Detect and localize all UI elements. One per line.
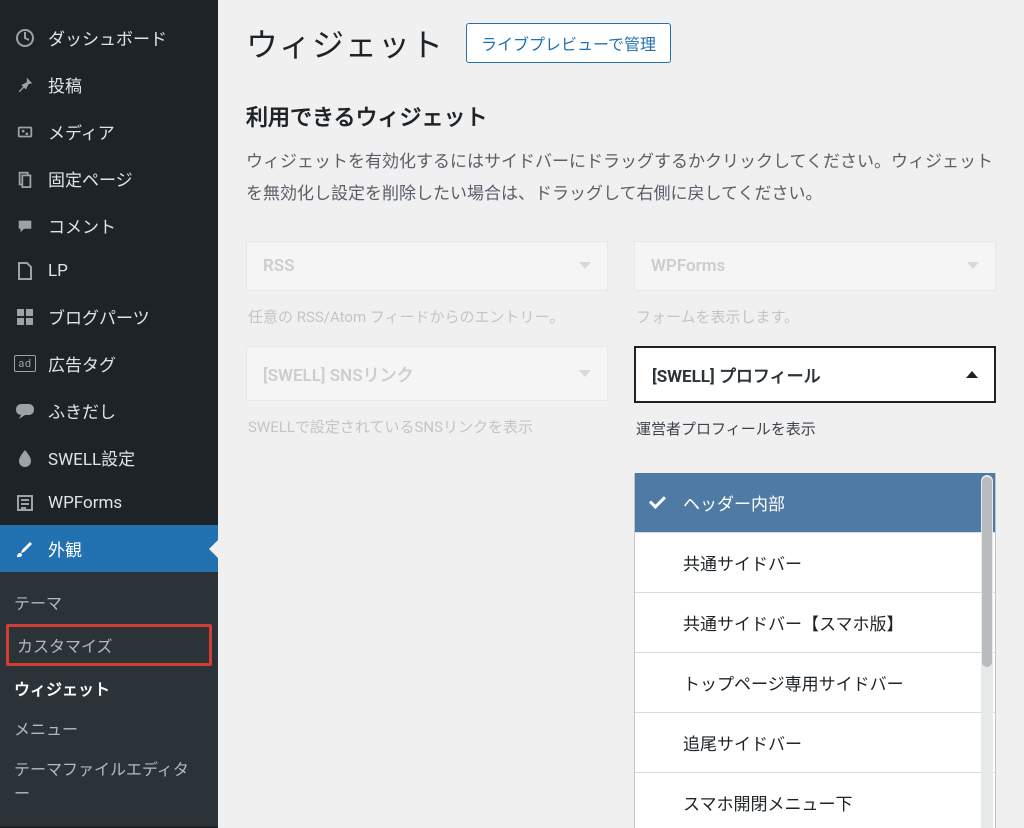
subitem-widgets[interactable]: ウィジェット (0, 668, 218, 708)
subitem-menus[interactable]: メニュー (0, 708, 218, 748)
sidebar-item-swell[interactable]: SWELL設定 (0, 434, 218, 481)
page-title: ウィジェット (246, 20, 444, 66)
scrollbar-thumb[interactable] (982, 477, 992, 667)
chevron-down-icon (579, 262, 591, 269)
widget-snslink[interactable]: [SWELL] SNSリンク (246, 346, 608, 401)
admin-sidebar: ダッシュボード 投稿 メディア 固定ページ コメント (0, 0, 218, 828)
available-widgets-title: 利用できるウィジェット (246, 100, 996, 132)
sidebar-label: コメント (48, 213, 116, 238)
sidebar-item-wpforms[interactable]: WPForms (0, 481, 218, 525)
sidebar-item-posts[interactable]: 投稿 (0, 61, 218, 108)
widget-rss-desc: 任意の RSS/Atom フィードからのエントリー。 (246, 303, 608, 335)
comment-icon (14, 215, 36, 237)
page-header: ウィジェット ライブプレビューで管理 (246, 20, 996, 66)
chevron-down-icon (967, 262, 979, 269)
sidebar-label: 広告タグ (48, 351, 116, 376)
page-icon (14, 168, 36, 190)
subitem-theme-editor[interactable]: テーマファイルエディター (0, 748, 218, 812)
widget-area-list: ヘッダー内部 共通サイドバー 共通サイドバー【スマホ版】 トップページ専用サイド… (634, 473, 996, 828)
ad-icon: ad (14, 353, 36, 375)
area-option-common-sidebar[interactable]: 共通サイドバー (635, 533, 995, 593)
area-option-sp-menu-bottom[interactable]: スマホ開閉メニュー下 (635, 773, 995, 828)
widget-profile[interactable]: [SWELL] プロフィール (634, 346, 996, 403)
area-option-header-inside[interactable]: ヘッダー内部 (635, 473, 995, 533)
brush-icon (14, 538, 36, 560)
sidebar-label: ダッシュボード (48, 25, 167, 50)
widget-title: WPForms (651, 256, 725, 276)
sidebar-item-comments[interactable]: コメント (0, 202, 218, 249)
sidebar-item-appearance[interactable]: 外観 (0, 525, 218, 572)
sidebar-submenu-appearance: テーマ カスタマイズ ウィジェット メニュー テーマファイルエディター (0, 572, 218, 826)
main-content: ウィジェット ライブプレビューで管理 利用できるウィジェット ウィジェットを有効… (218, 0, 1024, 828)
sidebar-label: 投稿 (48, 72, 82, 97)
widgets-grid: RSS 任意の RSS/Atom フィードからのエントリー。 [SWELL] S… (246, 241, 996, 828)
scrollbar[interactable] (981, 475, 993, 828)
widget-rss[interactable]: RSS (246, 241, 608, 291)
widget-title: [SWELL] プロフィール (652, 362, 821, 387)
pin-icon (14, 74, 36, 96)
chevron-down-icon (579, 370, 591, 377)
sidebar-item-lp[interactable]: LP (0, 249, 218, 293)
widget-title: [SWELL] SNSリンク (263, 361, 414, 386)
sidebar-item-pages[interactable]: 固定ページ (0, 155, 218, 202)
widget-snslink-desc: SWELLで設定されているSNSリンクを表示 (246, 413, 608, 445)
sidebar-item-dashboard[interactable]: ダッシュボード (0, 14, 218, 61)
form-icon (14, 492, 36, 514)
widget-wpforms[interactable]: WPForms (634, 241, 996, 291)
available-widgets-description: ウィジェットを有効化するにはサイドバーにドラッグするかクリックしてください。ウィ… (246, 146, 996, 211)
subitem-themes[interactable]: テーマ (0, 582, 218, 622)
sidebar-item-blogparts[interactable]: ブログパーツ (0, 293, 218, 340)
widget-profile-desc: 運営者プロフィールを表示 (634, 415, 996, 447)
sidebar-label: 固定ページ (48, 166, 133, 191)
drop-icon (14, 447, 36, 469)
chat-icon (14, 400, 36, 422)
sidebar-label: 外観 (48, 536, 82, 561)
chevron-up-icon (966, 371, 978, 378)
doc-icon (14, 260, 36, 282)
widget-wpforms-desc: フォームを表示します。 (634, 303, 996, 335)
sidebar-label: ブログパーツ (48, 304, 150, 329)
sidebar-label: LP (48, 261, 68, 281)
sidebar-label: ふきだし (48, 398, 116, 423)
sidebar-label: SWELL設定 (48, 445, 135, 470)
sidebar-label: WPForms (48, 493, 122, 513)
sidebar-item-fukidashi[interactable]: ふきだし (0, 387, 218, 434)
media-icon (14, 121, 36, 143)
subitem-customize[interactable]: カスタマイズ (6, 624, 212, 666)
sidebar-label: メディア (48, 119, 115, 144)
sidebar-item-media[interactable]: メディア (0, 108, 218, 155)
area-option-top-sidebar[interactable]: トップページ専用サイドバー (635, 653, 995, 713)
dashboard-icon (14, 27, 36, 49)
area-option-common-sidebar-sp[interactable]: 共通サイドバー【スマホ版】 (635, 593, 995, 653)
grid-icon (14, 306, 36, 328)
live-preview-button[interactable]: ライブプレビューで管理 (466, 23, 671, 63)
widget-title: RSS (263, 256, 295, 276)
sidebar-item-adtag[interactable]: ad 広告タグ (0, 340, 218, 387)
area-option-sticky-sidebar[interactable]: 追尾サイドバー (635, 713, 995, 773)
